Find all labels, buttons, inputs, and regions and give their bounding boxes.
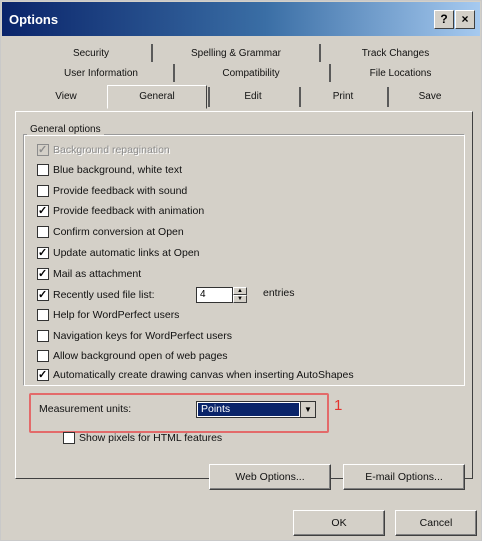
check-mark-icon: ✓ bbox=[38, 369, 48, 381]
checkbox[interactable]: ✓ bbox=[37, 268, 49, 280]
option-label: Allow background open of web pages bbox=[53, 350, 228, 362]
tab-general[interactable]: General bbox=[107, 85, 207, 109]
tab-user-information[interactable]: User Information bbox=[31, 65, 171, 83]
help-button[interactable]: ? bbox=[434, 10, 454, 29]
tab-security[interactable]: Security bbox=[31, 45, 151, 63]
dropdown-arrow-icon[interactable]: ▼ bbox=[300, 402, 315, 417]
measurement-units-label: Measurement units: bbox=[39, 403, 132, 415]
option-label: Blue background, white text bbox=[53, 164, 182, 176]
tab-edit[interactable]: Edit bbox=[213, 88, 293, 106]
option-label: Mail as attachment bbox=[53, 268, 142, 280]
cancel-button[interactable]: Cancel bbox=[395, 510, 477, 536]
title-bar: Options ? × bbox=[2, 2, 480, 36]
tab-divider bbox=[151, 44, 153, 62]
checkbox[interactable]: ✓ bbox=[37, 144, 49, 156]
check-mark-icon: ✓ bbox=[38, 247, 48, 259]
tab-compatibility[interactable]: Compatibility bbox=[177, 65, 325, 83]
spin-down-icon[interactable]: ▼ bbox=[233, 295, 247, 303]
tab-spelling-grammar[interactable]: Spelling & Grammar bbox=[156, 45, 316, 63]
measurement-units-select[interactable]: Points ▼ bbox=[196, 401, 316, 418]
annotation-number: 1 bbox=[334, 397, 343, 414]
tab-divider bbox=[319, 44, 321, 62]
tab-view[interactable]: View bbox=[31, 88, 101, 106]
option-label: Update automatic links at Open bbox=[53, 247, 200, 259]
spin-up-icon[interactable]: ▲ bbox=[233, 287, 247, 295]
check-mark-icon: ✓ bbox=[38, 205, 48, 217]
checkbox[interactable]: ✓ bbox=[37, 205, 49, 217]
checkbox[interactable]: ✓ bbox=[37, 289, 49, 301]
recent-files-count-input[interactable]: 4 bbox=[196, 287, 233, 303]
tab-file-locations[interactable]: File Locations bbox=[333, 65, 468, 83]
general-options-label: General options bbox=[27, 124, 104, 135]
option-label: Help for WordPerfect users bbox=[53, 309, 180, 321]
tab-track-changes[interactable]: Track Changes bbox=[323, 45, 468, 63]
web-options-button[interactable]: Web Options... bbox=[209, 464, 331, 490]
tab-divider bbox=[208, 87, 210, 107]
option-label: Provide feedback with animation bbox=[53, 205, 205, 217]
option-label: Confirm conversion at Open bbox=[53, 226, 184, 238]
checkbox[interactable] bbox=[37, 350, 49, 362]
option-label: Background repagination bbox=[53, 144, 170, 156]
window-title: Options bbox=[9, 12, 59, 27]
checkbox[interactable]: ✓ bbox=[37, 369, 49, 381]
checkbox[interactable] bbox=[37, 226, 49, 238]
checkbox[interactable] bbox=[37, 185, 49, 197]
option-label: Recently used file list: bbox=[53, 289, 155, 301]
check-mark-icon: ✓ bbox=[38, 144, 48, 156]
options-dialog: Options ? × Security Spelling & Grammar … bbox=[0, 0, 482, 541]
close-button[interactable]: × bbox=[455, 10, 475, 29]
recent-files-spinner[interactable]: ▲ ▼ bbox=[233, 287, 247, 303]
option-label: Automatically create drawing canvas when… bbox=[53, 369, 354, 381]
option-label: Provide feedback with sound bbox=[53, 185, 188, 197]
option-label: Navigation keys for WordPerfect users bbox=[53, 330, 232, 342]
tab-save[interactable]: Save bbox=[391, 88, 469, 106]
checkbox[interactable]: ✓ bbox=[37, 247, 49, 259]
check-mark-icon: ✓ bbox=[38, 268, 48, 280]
email-options-button[interactable]: E-mail Options... bbox=[343, 464, 465, 490]
option-label: Show pixels for HTML features bbox=[79, 432, 223, 444]
tab-divider bbox=[387, 87, 389, 107]
ok-button[interactable]: OK bbox=[293, 510, 385, 536]
tab-divider bbox=[329, 64, 331, 82]
checkbox[interactable] bbox=[37, 330, 49, 342]
tab-divider bbox=[173, 64, 175, 82]
check-mark-icon: ✓ bbox=[38, 289, 48, 301]
checkbox[interactable] bbox=[37, 309, 49, 321]
tab-divider bbox=[299, 87, 301, 107]
checkbox[interactable] bbox=[63, 432, 75, 444]
measurement-units-value: Points bbox=[198, 403, 299, 416]
checkbox[interactable] bbox=[37, 164, 49, 176]
entries-label: entries bbox=[263, 287, 295, 299]
tab-print[interactable]: Print bbox=[303, 88, 383, 106]
